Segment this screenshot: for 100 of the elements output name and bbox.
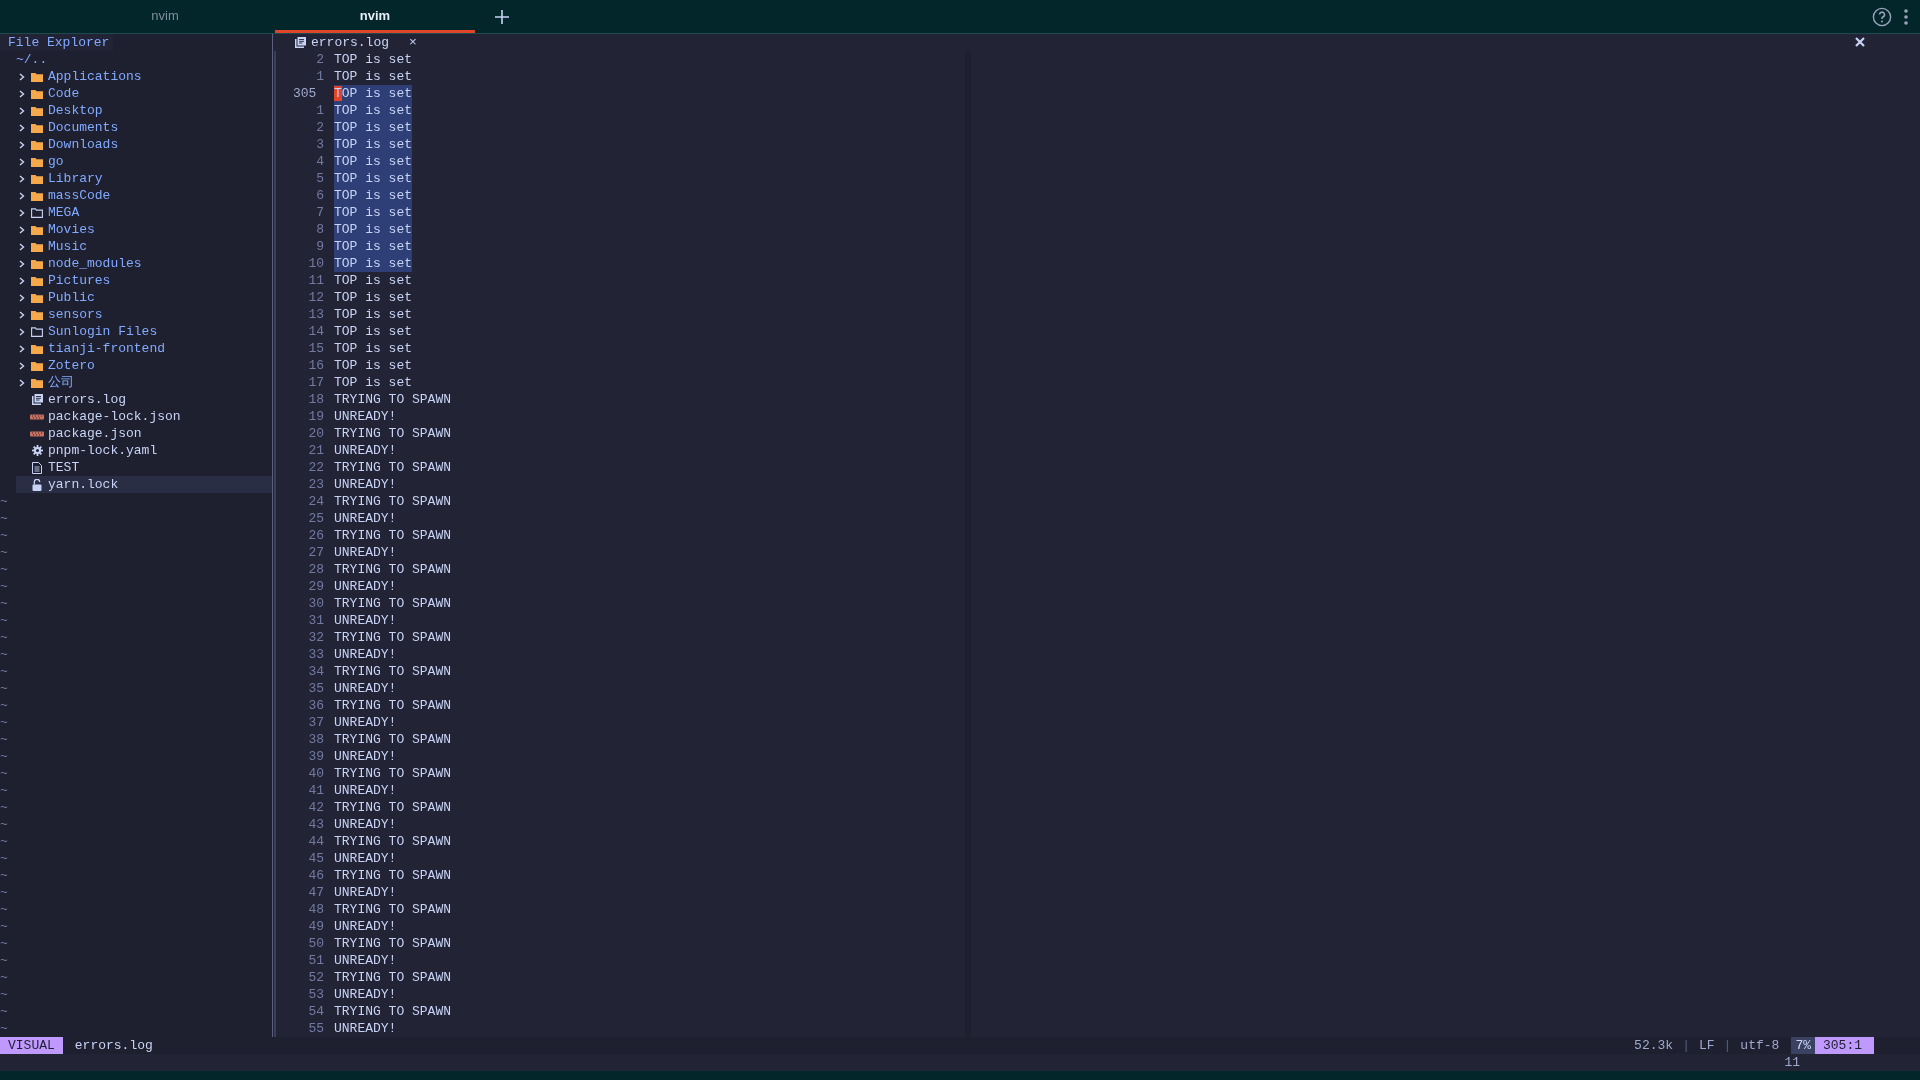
code-line: TRYING TO SPAWN	[334, 833, 452, 850]
line-number: 33	[307, 646, 324, 663]
tree-item[interactable]: MEGA	[16, 204, 272, 221]
tree-item[interactable]: Applications	[16, 68, 272, 85]
line-number: 2	[315, 51, 324, 68]
code-line: TRYING TO SPAWN	[334, 867, 452, 884]
code-line: TRYING TO SPAWN	[334, 629, 452, 646]
line-number: 39	[307, 748, 324, 765]
tree-item[interactable]: Pictures	[16, 272, 272, 289]
tree-item[interactable]: package.json	[16, 425, 272, 442]
folder-icon	[31, 156, 43, 167]
line-number: 6	[315, 187, 324, 204]
line-number: 10	[307, 255, 324, 272]
line-number: 27	[307, 544, 324, 561]
empty-line-marker: ~	[0, 986, 8, 1003]
tree-item[interactable]: pnpm-lock.yaml	[16, 442, 272, 459]
tree-item[interactable]: tianji-frontend	[16, 340, 272, 357]
window-tab[interactable]: nvim	[65, 0, 265, 33]
code-line: UNREADY!	[334, 510, 397, 527]
tree-item[interactable]: Public	[16, 289, 272, 306]
tree-item[interactable]: Documents	[16, 119, 272, 136]
code-line: TRYING TO SPAWN	[334, 731, 452, 748]
tree-item[interactable]: Downloads	[16, 136, 272, 153]
line-number: 9	[315, 238, 324, 255]
parent-directory[interactable]: ~/..	[0, 51, 48, 68]
code-line: UNREADY!	[334, 646, 397, 663]
empty-line-marker: ~	[0, 867, 8, 884]
tree-item[interactable]: Desktop	[16, 102, 272, 119]
empty-line-marker: ~	[0, 901, 8, 918]
tree-item[interactable]: errors.log	[16, 391, 272, 408]
empty-line-marker: ~	[0, 680, 8, 697]
line-number: 18	[307, 391, 324, 408]
tree-item[interactable]: package-lock.json	[16, 408, 272, 425]
line-number: 54	[307, 1003, 324, 1020]
empty-line-marker: ~	[0, 782, 8, 799]
folder-icon	[31, 88, 43, 99]
line-number: 1	[315, 68, 324, 85]
line-number: 46	[307, 867, 324, 884]
close-button[interactable]: ×	[407, 34, 419, 51]
folder-icon	[31, 360, 43, 371]
empty-line-marker: ~	[0, 765, 8, 782]
tree-item[interactable]: Music	[16, 238, 272, 255]
line-number: 26	[307, 527, 324, 544]
line-number: 2	[315, 119, 324, 136]
tree-item[interactable]: Sunlogin Files	[16, 323, 272, 340]
line-number: 16	[307, 357, 324, 374]
tree-item[interactable]: Movies	[16, 221, 272, 238]
tree-item[interactable]: yarn.lock	[16, 476, 272, 493]
plus-icon[interactable]	[495, 9, 509, 24]
tree-item[interactable]: go	[16, 153, 272, 170]
tree-item[interactable]: 公司	[16, 374, 272, 391]
line-number: 43	[307, 816, 324, 833]
tree-item[interactable]: sensors	[16, 306, 272, 323]
window-tab[interactable]: nvim	[275, 0, 475, 33]
gear-icon	[31, 445, 43, 456]
empty-line-marker: ~	[0, 578, 8, 595]
empty-line-marker: ~	[0, 646, 8, 663]
tree-item[interactable]: massCode	[16, 187, 272, 204]
line-number: 19	[307, 408, 324, 425]
separator: |	[1682, 1037, 1690, 1054]
panel-title: File Explorer	[0, 34, 114, 51]
folder-outline-icon	[31, 326, 43, 337]
folder-icon	[31, 241, 43, 252]
empty-line-marker: ~	[0, 799, 8, 816]
code-line: UNREADY!	[334, 884, 397, 901]
empty-line-marker: ~	[0, 629, 8, 646]
code-line: UNREADY!	[334, 850, 397, 867]
code-line: UNREADY!	[334, 578, 397, 595]
folder-icon	[31, 173, 43, 184]
line-number: 5	[315, 170, 324, 187]
code-line: TOP is set	[334, 289, 412, 306]
code-line: TRYING TO SPAWN	[334, 561, 452, 578]
code-line: UNREADY!	[334, 680, 397, 697]
tree-item[interactable]: Library	[16, 170, 272, 187]
line-number: 41	[307, 782, 324, 799]
tree-item[interactable]: node_modules	[16, 255, 272, 272]
code-line: TOP is set	[334, 374, 412, 391]
empty-line-marker: ~	[0, 1003, 8, 1020]
tree-item[interactable]: TEST	[16, 459, 272, 476]
code-line: TOP is set	[334, 272, 412, 289]
line-number: 53	[307, 986, 324, 1003]
folder-icon	[31, 377, 43, 388]
help-icon[interactable]	[1872, 6, 1892, 27]
tree-item[interactable]: Code	[16, 85, 272, 102]
empty-line-marker: ~	[0, 663, 8, 680]
tree-item[interactable]: Zotero	[16, 357, 272, 374]
more-options-icon[interactable]	[1904, 8, 1908, 25]
folder-icon	[31, 343, 43, 354]
folder-icon	[31, 139, 43, 150]
braces-icon	[30, 430, 44, 437]
empty-line-marker: ~	[0, 969, 8, 986]
close-icon[interactable]	[1855, 37, 1865, 47]
line-number: 4	[315, 153, 324, 170]
line-number: 3	[315, 136, 324, 153]
empty-line-marker: ~	[0, 918, 8, 935]
buffer-tab[interactable]: errors.log	[311, 34, 389, 51]
encoding: utf-8	[1740, 1037, 1780, 1054]
braces-icon	[30, 413, 44, 420]
code-line: UNREADY!	[334, 918, 397, 935]
line-number: 34	[307, 663, 324, 680]
